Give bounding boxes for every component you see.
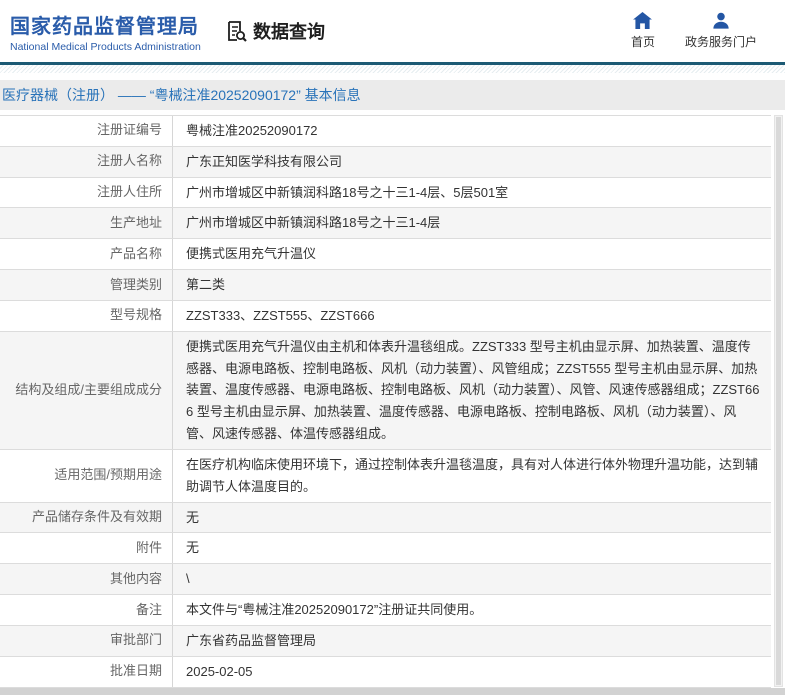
row-label: 管理类别 xyxy=(0,270,173,300)
row-label: 审批部门 xyxy=(0,625,173,656)
table-row: 结构及组成/主要组成成分 便携式医用充气升温仪由主机和体表升温毯组成。ZZST3… xyxy=(0,331,771,450)
row-value: 便携式医用充气升温仪 xyxy=(186,246,317,262)
row-label: 产品名称 xyxy=(0,239,173,270)
page-title: 医疗器械（注册） —— “粤械注准20252090172” 基本信息 xyxy=(2,87,361,103)
row-label: 注册人住所 xyxy=(0,177,173,208)
data-query-label: 数据查询 xyxy=(253,22,325,42)
row-label: 其他内容 xyxy=(0,564,173,595)
data-query-section[interactable]: 数据查询 xyxy=(224,18,325,44)
registration-info-table: 注册证编号 粤械注准20252090172 注册人名称 广东正知医学科技有限公司… xyxy=(0,115,771,695)
row-label: 备注 xyxy=(0,595,173,625)
table-row: 审批部门 广东省药品监督管理局 xyxy=(0,625,771,657)
spacer xyxy=(0,73,785,80)
table-row: 产品名称 便携式医用充气升温仪 xyxy=(0,239,771,271)
table-row: 型号规格 ZZST333、ZZST555、ZZST666 xyxy=(0,300,771,332)
row-label: 结构及组成/主要组成成分 xyxy=(0,331,173,449)
logo-title-cn: 国家药品监督管理局 xyxy=(10,15,199,38)
logo-title-en: National Medical Products Administration xyxy=(10,40,201,53)
row-label: 注册人名称 xyxy=(0,146,173,177)
row-label: 注册证编号 xyxy=(0,116,173,146)
row-label: 生产地址 xyxy=(0,208,173,239)
row-label: 产品储存条件及有效期 xyxy=(0,502,173,533)
nmpa-logo[interactable]: 国家药品监督管理局 National Medical Products Admi… xyxy=(10,10,202,53)
table-row: 适用范围/预期用途 在医疗机构临床使用环境下，通过控制体表升温毯温度，具有对人体… xyxy=(0,449,771,503)
stripe-band xyxy=(0,65,785,73)
table-row: 注册人住所 广州市增城区中新镇润科路18号之十三1-4层、5层501室 xyxy=(0,177,771,209)
table-row: 附件 无 xyxy=(0,533,771,565)
nav-item-portal[interactable]: 政务服务门户 xyxy=(685,12,757,50)
row-value: 广州市增城区中新镇润科路18号之十三1-4层、5层501室 xyxy=(186,184,509,200)
row-label: 批准日期 xyxy=(0,656,173,687)
row-value: ZZST333、ZZST555、ZZST666 xyxy=(186,307,375,323)
table-row: 注册人名称 广东正知医学科技有限公司 xyxy=(0,146,771,178)
row-label: 适用范围/预期用途 xyxy=(0,449,173,502)
table-row: 其他内容 \ xyxy=(0,564,771,596)
document-search-icon xyxy=(224,19,248,43)
row-label: 附件 xyxy=(0,533,173,564)
table-row: 批准日期 2025-02-05 xyxy=(0,656,771,688)
horizontal-scrollbar[interactable] xyxy=(0,688,785,695)
row-value: 2025-02-05 xyxy=(186,663,253,679)
table-row: 生产地址 广州市增城区中新镇润科路18号之十三1-4层 xyxy=(0,208,771,240)
row-value: 便携式医用充气升温仪由主机和体表升温毯组成。ZZST333 型号主机由显示屏、加… xyxy=(186,338,760,442)
row-value: 本文件与“粤械注准20252090172”注册证共同使用。 xyxy=(186,602,483,618)
nav-item-home[interactable]: 首页 xyxy=(631,12,655,50)
row-value: 广东正知医学科技有限公司 xyxy=(186,153,343,169)
page-title-bar: 医疗器械（注册） —— “粤械注准20252090172” 基本信息 xyxy=(0,80,785,110)
vertical-scrollbar[interactable] xyxy=(774,115,783,687)
user-icon xyxy=(712,12,730,29)
row-label: 型号规格 xyxy=(0,300,173,331)
table-row: 备注 本文件与“粤械注准20252090172”注册证共同使用。 xyxy=(0,595,771,626)
home-icon xyxy=(633,12,653,29)
site-header: 国家药品监督管理局 National Medical Products Admi… xyxy=(0,0,785,62)
vertical-scrollbar-thumb[interactable] xyxy=(776,117,781,685)
row-value: 第二类 xyxy=(186,277,226,293)
table-row: 管理类别 第二类 xyxy=(0,270,771,301)
row-value: 无 xyxy=(186,509,200,525)
row-value: 广东省药品监督管理局 xyxy=(186,632,317,648)
row-value: 在医疗机构临床使用环境下，通过控制体表升温毯温度，具有对人体进行体外物理升温功能… xyxy=(186,456,759,494)
row-value: 无 xyxy=(186,540,200,556)
table-row: 产品储存条件及有效期 无 xyxy=(0,502,771,534)
nav-portal-label: 政务服务门户 xyxy=(684,35,757,49)
row-value: 广州市增城区中新镇润科路18号之十三1-4层 xyxy=(186,215,441,231)
nav-home-label: 首页 xyxy=(630,35,655,49)
table-row: 注册证编号 粤械注准20252090172 xyxy=(0,116,771,147)
row-value: 粤械注准20252090172 xyxy=(186,123,318,138)
row-value: \ xyxy=(186,571,190,587)
header-nav: 首页 政务服务门户 xyxy=(631,12,757,50)
